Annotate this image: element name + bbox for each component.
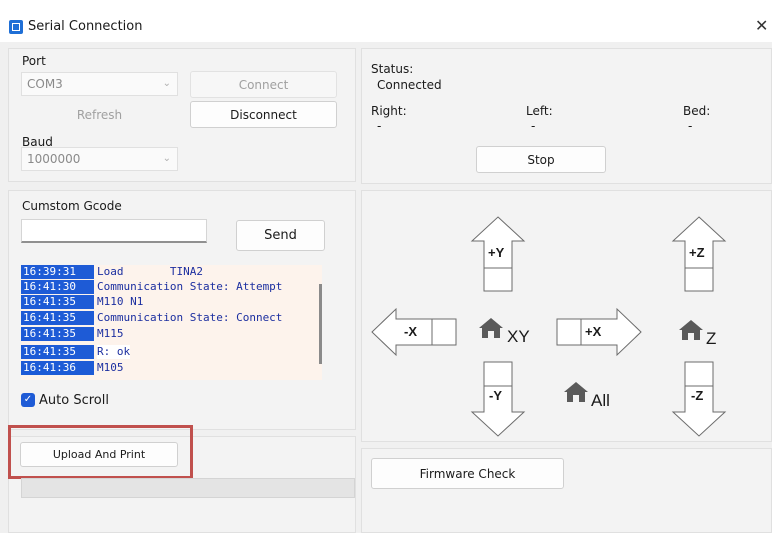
port-selected-value: COM3 — [27, 77, 63, 91]
jog-minus-x-label: -X — [404, 324, 417, 339]
baud-select[interactable]: 1000000 ⌄ — [21, 147, 178, 171]
home-icon — [479, 318, 503, 338]
jog-minus-y-button[interactable]: -Y — [470, 360, 526, 438]
window-title: Serial Connection — [28, 19, 143, 34]
log-time: 16:41:35 — [21, 311, 94, 325]
jog-plus-y-label: +Y — [488, 245, 505, 260]
status-label: Status: — [371, 62, 414, 76]
log-message: Load TINA2 — [97, 265, 203, 278]
highlight-box — [8, 425, 193, 479]
right-temp-label: Right: — [371, 104, 407, 118]
log-message: Communication State: Connect — [97, 311, 283, 324]
log-message: M110 N1 — [97, 295, 144, 308]
port-label: Port — [22, 54, 46, 68]
jog-plus-z-button[interactable]: +Z — [671, 215, 727, 293]
jog-plus-y-button[interactable]: +Y — [470, 215, 526, 293]
chevron-down-icon: ⌄ — [162, 153, 171, 164]
home-icon — [564, 382, 588, 402]
status-value: Connected — [377, 78, 442, 92]
right-temp-value: - — [377, 119, 382, 133]
send-button[interactable]: Send — [236, 220, 325, 251]
log-scrollbar[interactable] — [319, 284, 322, 364]
log-time: 16:41:30 — [21, 280, 94, 294]
title-bar: Serial Connection ✕ — [0, 0, 772, 42]
auto-scroll-checkbox[interactable]: ✓ — [21, 393, 35, 407]
baud-selected-value: 1000000 — [27, 152, 81, 166]
home-xy-button[interactable]: XY — [478, 317, 530, 346]
firmware-check-button[interactable]: Firmware Check — [371, 458, 564, 489]
port-select[interactable]: COM3 ⌄ — [21, 72, 178, 96]
serial-connection-window: Serial Connection ✕ Port COM3 ⌄ Connect … — [0, 0, 772, 533]
home-z-button[interactable]: Z — [678, 319, 716, 348]
log-time: 16:41:35 — [21, 295, 94, 309]
log-time: 16:41:36 — [21, 361, 94, 375]
log-time: 16:39:31 — [21, 265, 94, 279]
home-all-label: All — [591, 391, 610, 410]
refresh-button[interactable]: Refresh — [21, 101, 178, 128]
gcode-input[interactable] — [21, 219, 207, 243]
bed-temp-label: Bed: — [683, 104, 711, 118]
auto-scroll-label: Auto Scroll — [39, 393, 109, 408]
jog-minus-y-label: -Y — [489, 388, 502, 403]
jog-plus-z-label: +Z — [689, 245, 705, 260]
left-temp-value: - — [531, 119, 536, 133]
app-icon — [9, 20, 23, 34]
jog-minus-x-button[interactable]: -X — [370, 307, 460, 357]
home-xy-label: XY — [507, 327, 530, 346]
close-icon[interactable]: ✕ — [755, 16, 768, 35]
stop-button[interactable]: Stop — [476, 146, 606, 173]
log-time: 16:41:35 — [21, 345, 94, 359]
gcode-log[interactable]: 16:39:31 Load TINA2 16:41:30 Communicati… — [21, 265, 322, 380]
home-icon — [679, 320, 703, 340]
jog-minus-z-label: -Z — [691, 388, 704, 403]
jog-plus-x-label: +X — [585, 324, 602, 339]
jog-minus-z-button[interactable]: -Z — [671, 360, 727, 438]
gcode-label: Cumstom Gcode — [22, 199, 122, 213]
home-all-button[interactable]: All — [563, 381, 610, 410]
log-message: Communication State: Attempt — [97, 280, 283, 293]
left-temp-label: Left: — [526, 104, 553, 118]
log-message: M115 — [97, 327, 124, 340]
home-z-label: Z — [706, 329, 717, 348]
chevron-down-icon: ⌄ — [162, 78, 171, 89]
log-message: M105 — [97, 361, 124, 374]
log-time: 16:41:35 — [21, 327, 94, 341]
disconnect-button[interactable]: Disconnect — [190, 101, 337, 128]
log-message: R: ok — [97, 345, 131, 359]
jog-plus-x-button[interactable]: +X — [553, 307, 643, 357]
bed-temp-value: - — [688, 119, 693, 133]
print-progress-bar — [21, 478, 355, 498]
connect-button[interactable]: Connect — [190, 71, 337, 98]
